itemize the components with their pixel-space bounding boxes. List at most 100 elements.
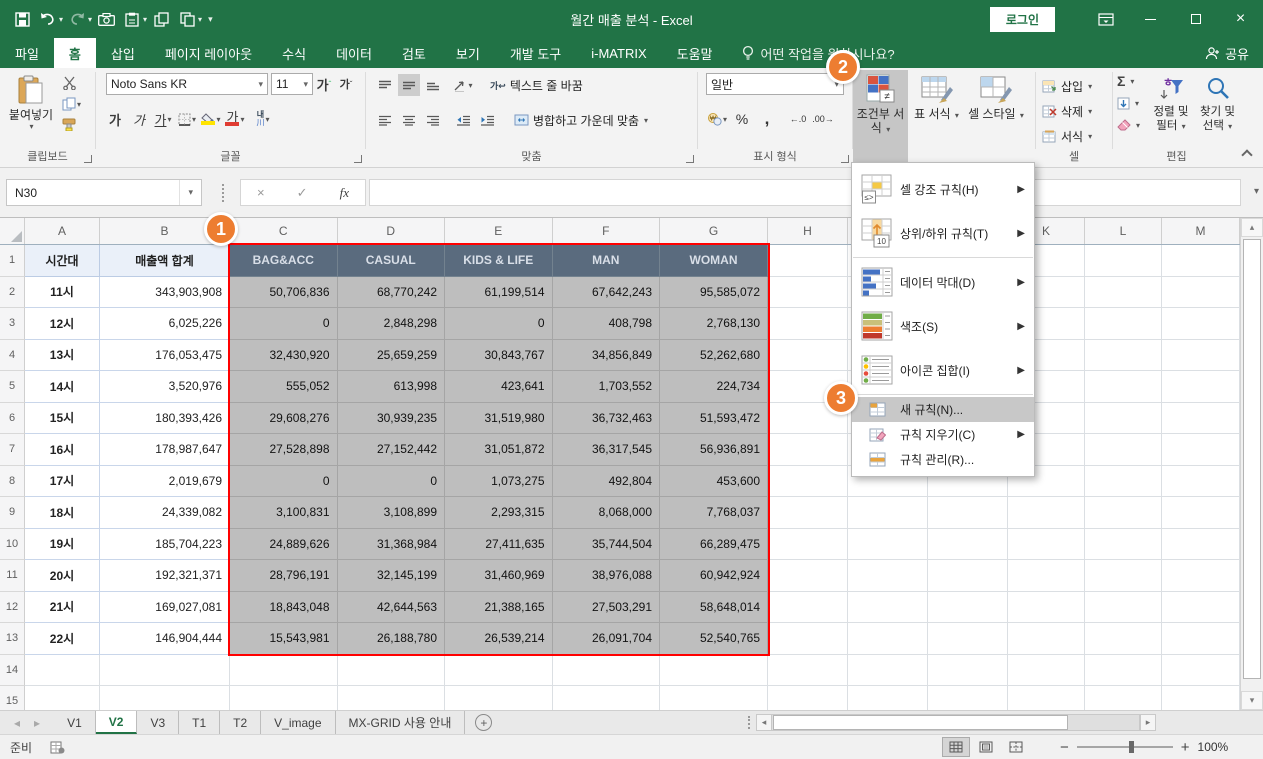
zoom-level[interactable]: 100%: [1198, 740, 1229, 754]
ribbon-tab-file[interactable]: 파일: [0, 38, 54, 68]
cell[interactable]: [1008, 686, 1085, 710]
cell[interactable]: 95,585,072: [660, 276, 768, 308]
login-button[interactable]: 로그인: [989, 6, 1055, 32]
paste-dropdown-icon[interactable]: ▾: [29, 122, 33, 131]
cell[interactable]: [1008, 528, 1085, 560]
cell[interactable]: [928, 591, 1008, 623]
cell[interactable]: 11시: [25, 276, 100, 308]
tell-me-search[interactable]: 어떤 작업을 원하시나요?: [742, 38, 895, 68]
cell[interactable]: [1085, 245, 1162, 277]
expand-formula-bar-icon[interactable]: ▾: [1254, 186, 1259, 197]
cell[interactable]: 7,768,037: [660, 497, 768, 529]
cell[interactable]: 31,051,872: [445, 434, 553, 466]
cell[interactable]: [848, 623, 928, 655]
cell[interactable]: [25, 654, 100, 686]
menu-item-manage-rules[interactable]: 규칙 관리(R)...: [852, 447, 1034, 472]
cell[interactable]: 52,262,680: [660, 339, 768, 371]
fill-button[interactable]: ▾: [1117, 94, 1140, 112]
column-header[interactable]: G: [660, 218, 768, 244]
sheet-tab-v3[interactable]: V3: [137, 711, 180, 734]
macro-record-icon[interactable]: [50, 741, 65, 754]
undo-dropdown-icon[interactable]: ▾: [59, 15, 63, 24]
cell[interactable]: 31,460,969: [445, 560, 553, 592]
decrease-indent-icon[interactable]: [452, 109, 474, 131]
cell[interactable]: 30,939,235: [337, 402, 445, 434]
cell[interactable]: 21시: [25, 591, 100, 623]
cell[interactable]: [768, 276, 848, 308]
cell[interactable]: 8,068,000: [552, 497, 660, 529]
italic-button[interactable]: 가: [128, 108, 150, 130]
menu-item-highlight-cell-rules[interactable]: ≤> 셀 강조 규칙(H) ▶: [852, 167, 1034, 211]
sheet-tab-vimage[interactable]: V_image: [261, 711, 336, 734]
column-header[interactable]: D: [338, 218, 445, 244]
cell[interactable]: [928, 686, 1008, 710]
cell[interactable]: [768, 654, 848, 686]
alignment-dialog-launcher[interactable]: [686, 155, 694, 163]
cell[interactable]: 343,903,908: [100, 276, 230, 308]
cell[interactable]: 36,317,545: [552, 434, 660, 466]
comma-style-icon[interactable]: ,: [756, 108, 778, 130]
cell[interactable]: 16시: [25, 434, 100, 466]
ribbon-tab-page-layout[interactable]: 페이지 레이아웃: [150, 38, 267, 68]
cell[interactable]: [848, 528, 928, 560]
accounting-format-icon[interactable]: ₩ ▾: [706, 108, 728, 130]
row-header[interactable]: 12: [0, 591, 25, 623]
cell[interactable]: 6,025,226: [100, 308, 230, 340]
border-button[interactable]: ▾: [176, 108, 198, 130]
align-center-icon[interactable]: [398, 109, 420, 131]
cell[interactable]: 1,703,552: [552, 371, 660, 403]
cell[interactable]: 146,904,444: [100, 623, 230, 655]
wrap-text-button[interactable]: 가↩ 텍스트 줄 바꿈: [490, 73, 583, 97]
sheet-tab-v1[interactable]: V1: [54, 711, 96, 734]
cell[interactable]: 15,543,981: [230, 623, 338, 655]
close-button[interactable]: ×: [1218, 0, 1263, 38]
cell[interactable]: [1085, 528, 1162, 560]
underline-button[interactable]: 가 ▾: [152, 108, 174, 130]
cell[interactable]: [1085, 497, 1162, 529]
column-header[interactable]: L: [1085, 218, 1162, 244]
autosum-button[interactable]: Σ ▾: [1117, 72, 1140, 90]
cell[interactable]: [1085, 654, 1162, 686]
ribbon-tab-developer[interactable]: 개발 도구: [495, 38, 576, 68]
cell[interactable]: [1085, 308, 1162, 340]
ribbon-tab-help[interactable]: 도움말: [662, 38, 728, 68]
cut-icon[interactable]: [62, 76, 81, 90]
select-all-corner[interactable]: [0, 218, 25, 244]
cell[interactable]: [848, 560, 928, 592]
cell[interactable]: WOMAN: [660, 245, 768, 277]
cell[interactable]: [768, 308, 848, 340]
cell[interactable]: [768, 560, 848, 592]
menu-item-color-scales[interactable]: 색조(S) ▶: [852, 304, 1034, 348]
cell[interactable]: [1162, 465, 1240, 497]
number-dialog-launcher[interactable]: [841, 155, 849, 163]
increase-font-icon[interactable]: 가ˆ: [313, 73, 335, 95]
collapse-ribbon-icon[interactable]: [1241, 149, 1253, 161]
cell[interactable]: 61,199,514: [445, 276, 553, 308]
copy-icon[interactable]: ▾: [62, 97, 81, 111]
zoom-slider-thumb[interactable]: [1128, 741, 1134, 753]
increase-decimal-icon[interactable]: ←.0: [787, 108, 809, 130]
cell[interactable]: 27,503,291: [552, 591, 660, 623]
scroll-down-icon[interactable]: ▾: [1241, 691, 1263, 710]
cell[interactable]: 56,936,891: [660, 434, 768, 466]
cell[interactable]: 15시: [25, 402, 100, 434]
cell[interactable]: 17시: [25, 465, 100, 497]
cell[interactable]: 38,976,088: [552, 560, 660, 592]
customize-qat-icon[interactable]: ▾: [208, 14, 213, 25]
cell[interactable]: [848, 497, 928, 529]
duplicate-dropdown-icon[interactable]: ▾: [198, 15, 202, 24]
row-header[interactable]: 14: [0, 654, 25, 686]
cell[interactable]: 매출액 합계: [100, 245, 230, 277]
ribbon-display-options-icon[interactable]: [1083, 0, 1128, 38]
cell[interactable]: [1085, 276, 1162, 308]
paste-options-dropdown-icon[interactable]: ▾: [143, 15, 147, 24]
delete-cells-button[interactable]: 삭제 ▾: [1042, 99, 1092, 123]
vertical-scroll-thumb[interactable]: [1243, 239, 1261, 679]
cell[interactable]: 67,642,243: [552, 276, 660, 308]
row-header[interactable]: 8: [0, 465, 25, 497]
cell[interactable]: 27,528,898: [230, 434, 338, 466]
cell[interactable]: [928, 654, 1008, 686]
cell[interactable]: [1085, 339, 1162, 371]
cell[interactable]: [337, 654, 445, 686]
font-name-combo[interactable]: Noto Sans KR ▾: [106, 73, 268, 95]
